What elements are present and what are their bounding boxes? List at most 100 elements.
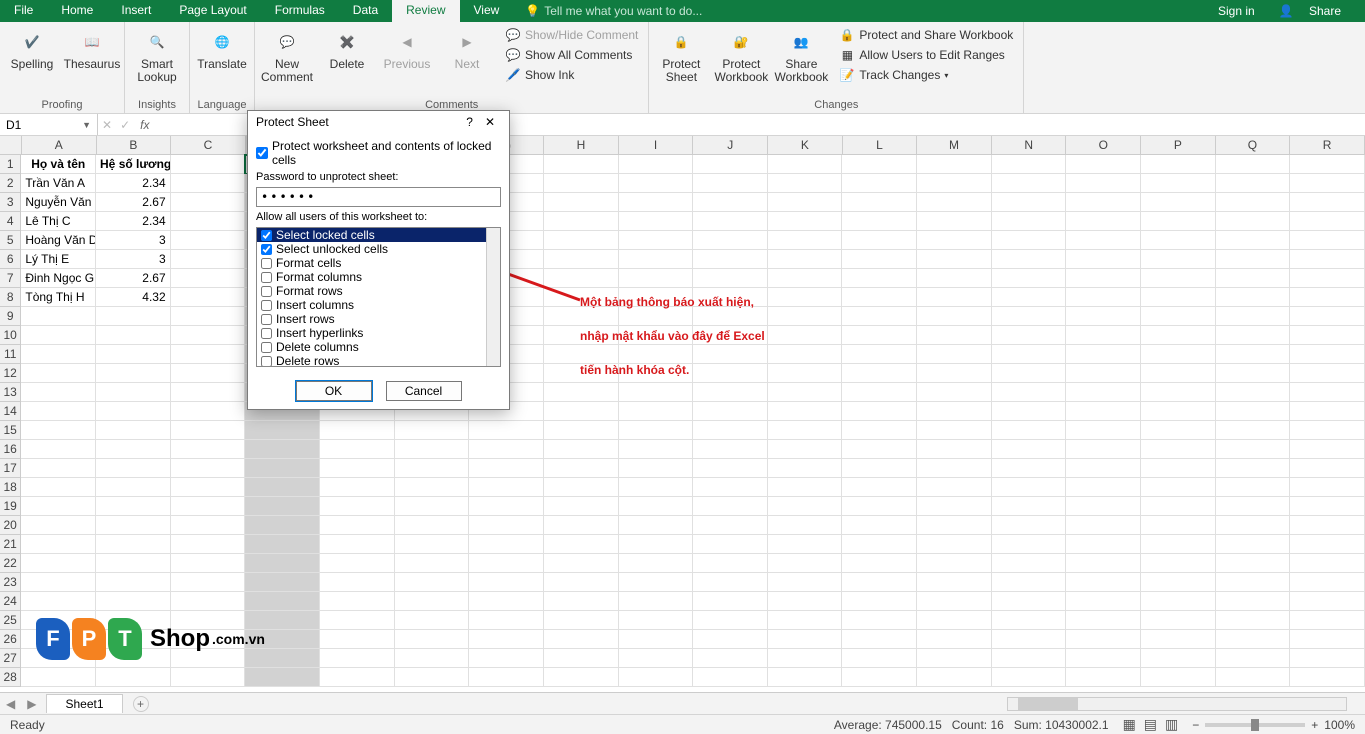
enter-formula-icon[interactable]: ✓ [116,118,134,132]
permission-item[interactable]: Format cells [257,256,500,270]
cell[interactable] [395,421,470,440]
delete-comment-button[interactable]: ✖️Delete [321,26,373,97]
cell[interactable] [768,307,843,326]
row-header[interactable]: 5 [0,231,21,250]
cell[interactable] [619,516,694,535]
cell[interactable] [693,212,768,231]
zoom-in-icon[interactable]: + [1311,718,1318,732]
cell[interactable] [693,535,768,554]
cell[interactable] [1141,345,1216,364]
cell[interactable] [768,592,843,611]
cell[interactable] [96,554,171,573]
cell[interactable] [320,516,395,535]
cell[interactable] [245,516,320,535]
cell[interactable] [320,611,395,630]
col-header-A[interactable]: A [22,136,97,154]
cell[interactable] [544,497,619,516]
cell[interactable] [693,573,768,592]
cell[interactable] [171,231,246,250]
cell[interactable] [320,497,395,516]
row-header[interactable]: 2 [0,174,21,193]
cell[interactable] [469,535,544,554]
cell[interactable] [619,402,694,421]
cell[interactable] [619,231,694,250]
cell[interactable] [992,231,1067,250]
cell[interactable] [1290,307,1365,326]
cell[interactable] [768,611,843,630]
col-header-L[interactable]: L [843,136,918,154]
row-header[interactable]: 26 [0,630,21,649]
cell[interactable] [768,630,843,649]
help-button[interactable]: ? [460,115,479,129]
cell[interactable] [992,345,1067,364]
cell[interactable] [1141,402,1216,421]
cancel-button[interactable]: Cancel [386,381,462,401]
row-header[interactable]: 7 [0,269,21,288]
cell[interactable] [917,269,992,288]
cell[interactable] [469,440,544,459]
cell[interactable] [917,155,992,174]
cell[interactable] [171,516,246,535]
cell[interactable] [1290,535,1365,554]
cell[interactable] [917,649,992,668]
cell[interactable] [21,307,96,326]
row-header[interactable]: 22 [0,554,21,573]
cell[interactable] [320,649,395,668]
new-comment-button[interactable]: 💬New Comment [261,26,313,97]
col-header-Q[interactable]: Q [1216,136,1291,154]
row-header[interactable]: 1 [0,155,21,174]
cell[interactable] [1216,592,1291,611]
cell[interactable] [842,326,917,345]
row-header[interactable]: 10 [0,326,21,345]
col-header-P[interactable]: P [1141,136,1216,154]
cell[interactable] [768,212,843,231]
cell[interactable] [768,554,843,573]
cell[interactable] [1066,193,1141,212]
cell[interactable] [1141,440,1216,459]
cell[interactable] [1290,193,1365,212]
permission-item[interactable]: Insert hyperlinks [257,326,500,340]
cell[interactable] [1066,516,1141,535]
cell[interactable] [1141,174,1216,193]
cell[interactable] [1066,535,1141,554]
cell[interactable] [1216,250,1291,269]
cell[interactable] [842,364,917,383]
cell[interactable] [544,402,619,421]
cell[interactable] [544,592,619,611]
col-header-R[interactable]: R [1290,136,1365,154]
cell[interactable] [992,250,1067,269]
cell[interactable] [320,573,395,592]
select-all-corner[interactable] [0,136,22,154]
cell[interactable] [171,573,246,592]
cell[interactable] [1216,668,1291,687]
cell[interactable] [917,668,992,687]
cell[interactable] [245,497,320,516]
cell[interactable] [768,668,843,687]
new-sheet-button[interactable]: + [133,696,149,712]
cell[interactable] [1216,516,1291,535]
cell[interactable] [245,440,320,459]
cell[interactable] [21,326,96,345]
spelling-button[interactable]: ✔️Spelling [6,26,58,97]
cell[interactable] [693,630,768,649]
cell[interactable] [21,478,96,497]
tab-review[interactable]: Review [392,0,459,22]
allow-edit-ranges[interactable]: ▦Allow Users to Edit Ranges [835,46,1017,64]
cell[interactable]: Hệ số lương [96,155,171,174]
cell[interactable] [171,193,246,212]
row-header[interactable]: 23 [0,573,21,592]
cell[interactable] [1216,326,1291,345]
row-header[interactable]: 13 [0,383,21,402]
cell[interactable] [469,554,544,573]
cell[interactable] [1290,459,1365,478]
cell[interactable] [1066,326,1141,345]
cell[interactable] [21,345,96,364]
cell[interactable] [1216,307,1291,326]
cell[interactable] [1141,212,1216,231]
cell[interactable]: 2.67 [96,193,171,212]
cell[interactable] [917,326,992,345]
cell[interactable] [544,668,619,687]
cell[interactable] [1066,592,1141,611]
cell[interactable] [842,459,917,478]
cell[interactable] [842,402,917,421]
